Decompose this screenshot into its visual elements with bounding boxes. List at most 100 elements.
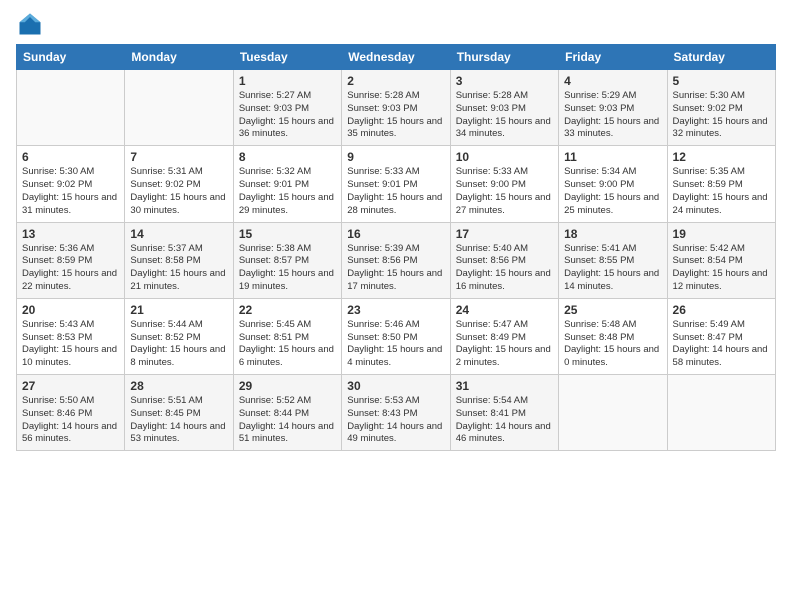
- day-number: 11: [564, 150, 661, 164]
- day-number: 28: [130, 379, 227, 393]
- calendar-cell: 9 Sunrise: 5:33 AM Sunset: 9:01 PM Daylig…: [342, 146, 450, 222]
- calendar-cell: 23 Sunrise: 5:46 AM Sunset: 8:50 PM Dayli…: [342, 298, 450, 374]
- day-number: 31: [456, 379, 553, 393]
- header: [16, 10, 776, 38]
- day-number: 6: [22, 150, 119, 164]
- week-row-5: 27 Sunrise: 5:50 AM Sunset: 8:46 PM Dayli…: [17, 375, 776, 451]
- calendar-cell: 11 Sunrise: 5:34 AM Sunset: 9:00 PM Dayli…: [559, 146, 667, 222]
- day-info: Sunrise: 5:44 AM Sunset: 8:52 PM Dayligh…: [130, 319, 227, 370]
- weekday-tuesday: Tuesday: [233, 45, 341, 70]
- calendar-cell: 13 Sunrise: 5:36 AM Sunset: 8:59 PM Dayli…: [17, 222, 125, 298]
- day-info: Sunrise: 5:30 AM Sunset: 9:02 PM Dayligh…: [22, 166, 119, 217]
- calendar-cell: [17, 70, 125, 146]
- day-number: 24: [456, 303, 553, 317]
- day-info: Sunrise: 5:28 AM Sunset: 9:03 PM Dayligh…: [347, 90, 444, 141]
- day-number: 20: [22, 303, 119, 317]
- day-info: Sunrise: 5:53 AM Sunset: 8:43 PM Dayligh…: [347, 395, 444, 446]
- calendar-cell: 19 Sunrise: 5:42 AM Sunset: 8:54 PM Dayli…: [667, 222, 775, 298]
- day-info: Sunrise: 5:32 AM Sunset: 9:01 PM Dayligh…: [239, 166, 336, 217]
- calendar-cell: 28 Sunrise: 5:51 AM Sunset: 8:45 PM Dayli…: [125, 375, 233, 451]
- day-number: 13: [22, 227, 119, 241]
- calendar-cell: [559, 375, 667, 451]
- day-info: Sunrise: 5:29 AM Sunset: 9:03 PM Dayligh…: [564, 90, 661, 141]
- weekday-thursday: Thursday: [450, 45, 558, 70]
- day-number: 14: [130, 227, 227, 241]
- day-number: 4: [564, 74, 661, 88]
- day-info: Sunrise: 5:51 AM Sunset: 8:45 PM Dayligh…: [130, 395, 227, 446]
- calendar-cell: 10Sunrise: 5:33 AM Sunset: 9:00 PM Dayli…: [450, 146, 558, 222]
- week-row-2: 6 Sunrise: 5:30 AM Sunset: 9:02 PM Daylig…: [17, 146, 776, 222]
- day-info: Sunrise: 5:38 AM Sunset: 8:57 PM Dayligh…: [239, 243, 336, 294]
- day-number: 2: [347, 74, 444, 88]
- day-number: 21: [130, 303, 227, 317]
- calendar-cell: 14Sunrise: 5:37 AM Sunset: 8:58 PM Dayli…: [125, 222, 233, 298]
- weekday-header-row: SundayMondayTuesdayWednesdayThursdayFrid…: [17, 45, 776, 70]
- day-info: Sunrise: 5:36 AM Sunset: 8:59 PM Dayligh…: [22, 243, 119, 294]
- calendar-cell: 24 Sunrise: 5:47 AM Sunset: 8:49 PM Dayli…: [450, 298, 558, 374]
- day-info: Sunrise: 5:33 AM Sunset: 9:00 PM Dayligh…: [456, 166, 553, 217]
- calendar-cell: 22 Sunrise: 5:45 AM Sunset: 8:51 PM Dayli…: [233, 298, 341, 374]
- calendar-cell: 20 Sunrise: 5:43 AM Sunset: 8:53 PM Dayli…: [17, 298, 125, 374]
- weekday-sunday: Sunday: [17, 45, 125, 70]
- calendar-cell: 18 Sunrise: 5:41 AM Sunset: 8:55 PM Dayli…: [559, 222, 667, 298]
- day-info: Sunrise: 5:31 AM Sunset: 9:02 PM Dayligh…: [130, 166, 227, 217]
- calendar-cell: [667, 375, 775, 451]
- calendar-table: SundayMondayTuesdayWednesdayThursdayFrid…: [16, 44, 776, 451]
- day-number: 18: [564, 227, 661, 241]
- day-number: 12: [673, 150, 770, 164]
- calendar-cell: 5 Sunrise: 5:30 AM Sunset: 9:02 PM Daylig…: [667, 70, 775, 146]
- day-info: Sunrise: 5:54 AM Sunset: 8:41 PM Dayligh…: [456, 395, 553, 446]
- calendar-cell: 16Sunrise: 5:39 AM Sunset: 8:56 PM Dayli…: [342, 222, 450, 298]
- weekday-wednesday: Wednesday: [342, 45, 450, 70]
- day-info: Sunrise: 5:33 AM Sunset: 9:01 PM Dayligh…: [347, 166, 444, 217]
- calendar-cell: 7 Sunrise: 5:31 AM Sunset: 9:02 PM Daylig…: [125, 146, 233, 222]
- calendar-cell: [125, 70, 233, 146]
- weekday-friday: Friday: [559, 45, 667, 70]
- day-number: 19: [673, 227, 770, 241]
- calendar-cell: 26Sunrise: 5:49 AM Sunset: 8:47 PM Dayli…: [667, 298, 775, 374]
- calendar-cell: 25 Sunrise: 5:48 AM Sunset: 8:48 PM Dayli…: [559, 298, 667, 374]
- day-number: 22: [239, 303, 336, 317]
- day-info: Sunrise: 5:47 AM Sunset: 8:49 PM Dayligh…: [456, 319, 553, 370]
- day-info: Sunrise: 5:27 AM Sunset: 9:03 PM Dayligh…: [239, 90, 336, 141]
- calendar-cell: 21 Sunrise: 5:44 AM Sunset: 8:52 PM Dayli…: [125, 298, 233, 374]
- calendar-cell: 6 Sunrise: 5:30 AM Sunset: 9:02 PM Daylig…: [17, 146, 125, 222]
- calendar-cell: 4 Sunrise: 5:29 AM Sunset: 9:03 PM Daylig…: [559, 70, 667, 146]
- calendar-cell: 12 Sunrise: 5:35 AM Sunset: 8:59 PM Dayli…: [667, 146, 775, 222]
- day-number: 15: [239, 227, 336, 241]
- day-info: Sunrise: 5:39 AM Sunset: 8:56 PM Dayligh…: [347, 243, 444, 294]
- day-info: Sunrise: 5:30 AM Sunset: 9:02 PM Dayligh…: [673, 90, 770, 141]
- day-number: 7: [130, 150, 227, 164]
- day-info: Sunrise: 5:34 AM Sunset: 9:00 PM Dayligh…: [564, 166, 661, 217]
- day-info: Sunrise: 5:28 AM Sunset: 9:03 PM Dayligh…: [456, 90, 553, 141]
- logo-icon: [16, 10, 44, 38]
- calendar-cell: 27 Sunrise: 5:50 AM Sunset: 8:46 PM Dayli…: [17, 375, 125, 451]
- day-info: Sunrise: 5:49 AM Sunset: 8:47 PM Dayligh…: [673, 319, 770, 370]
- week-row-1: 1 Sunrise: 5:27 AM Sunset: 9:03 PM Daylig…: [17, 70, 776, 146]
- day-info: Sunrise: 5:45 AM Sunset: 8:51 PM Dayligh…: [239, 319, 336, 370]
- day-info: Sunrise: 5:43 AM Sunset: 8:53 PM Dayligh…: [22, 319, 119, 370]
- day-number: 23: [347, 303, 444, 317]
- weekday-saturday: Saturday: [667, 45, 775, 70]
- week-row-3: 13 Sunrise: 5:36 AM Sunset: 8:59 PM Dayli…: [17, 222, 776, 298]
- day-info: Sunrise: 5:52 AM Sunset: 8:44 PM Dayligh…: [239, 395, 336, 446]
- day-info: Sunrise: 5:48 AM Sunset: 8:48 PM Dayligh…: [564, 319, 661, 370]
- day-info: Sunrise: 5:35 AM Sunset: 8:59 PM Dayligh…: [673, 166, 770, 217]
- day-number: 27: [22, 379, 119, 393]
- calendar-cell: 3Sunrise: 5:28 AM Sunset: 9:03 PM Daylig…: [450, 70, 558, 146]
- day-number: 25: [564, 303, 661, 317]
- day-info: Sunrise: 5:50 AM Sunset: 8:46 PM Dayligh…: [22, 395, 119, 446]
- day-number: 1: [239, 74, 336, 88]
- calendar-cell: 1 Sunrise: 5:27 AM Sunset: 9:03 PM Daylig…: [233, 70, 341, 146]
- day-info: Sunrise: 5:40 AM Sunset: 8:56 PM Dayligh…: [456, 243, 553, 294]
- calendar-cell: 15 Sunrise: 5:38 AM Sunset: 8:57 PM Dayli…: [233, 222, 341, 298]
- day-info: Sunrise: 5:42 AM Sunset: 8:54 PM Dayligh…: [673, 243, 770, 294]
- calendar-cell: 2 Sunrise: 5:28 AM Sunset: 9:03 PM Daylig…: [342, 70, 450, 146]
- weekday-monday: Monday: [125, 45, 233, 70]
- calendar-cell: 17 Sunrise: 5:40 AM Sunset: 8:56 PM Dayli…: [450, 222, 558, 298]
- day-info: Sunrise: 5:46 AM Sunset: 8:50 PM Dayligh…: [347, 319, 444, 370]
- day-number: 17: [456, 227, 553, 241]
- day-number: 9: [347, 150, 444, 164]
- day-number: 5: [673, 74, 770, 88]
- day-info: Sunrise: 5:41 AM Sunset: 8:55 PM Dayligh…: [564, 243, 661, 294]
